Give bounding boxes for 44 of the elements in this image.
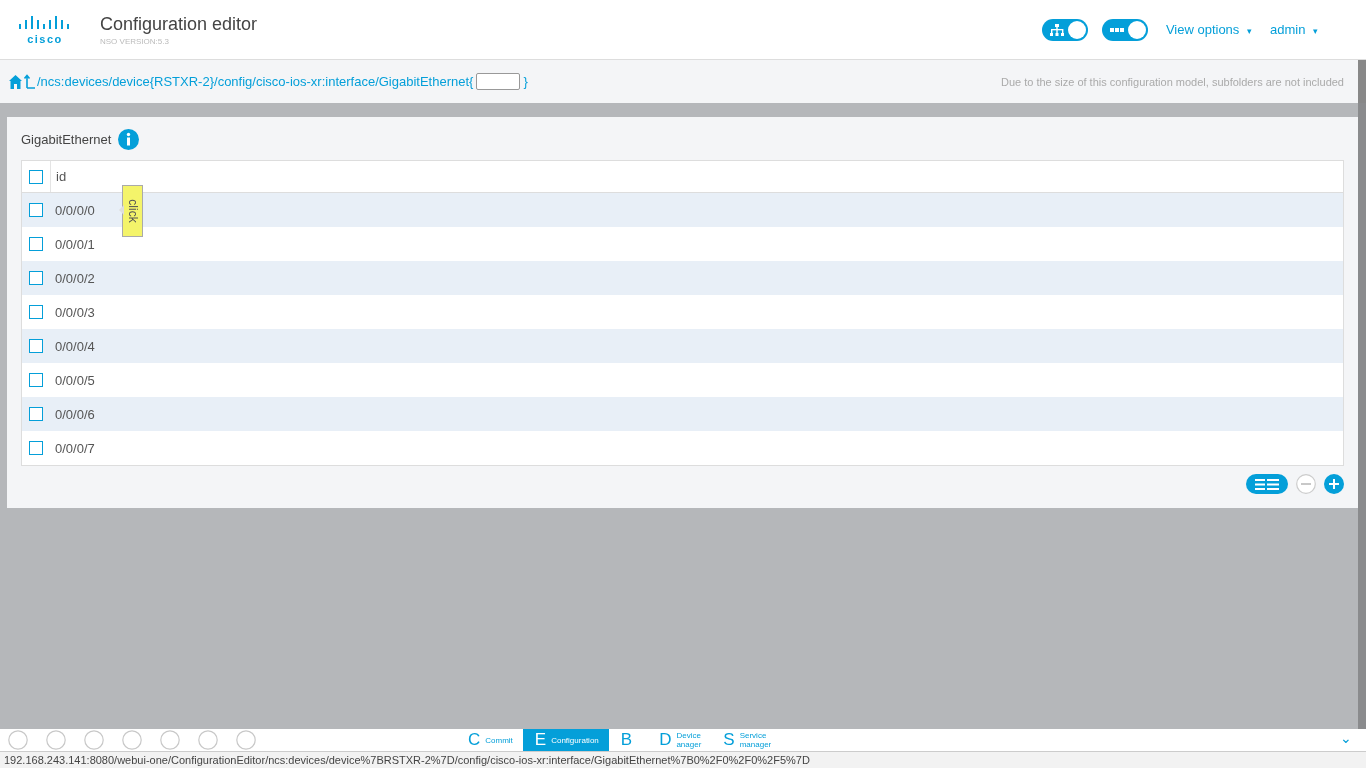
panel-title: GigabitEthernet <box>21 132 112 147</box>
row-checkbox[interactable] <box>29 373 43 387</box>
remove-icon[interactable] <box>1296 474 1316 494</box>
dots-view-toggle[interactable] <box>1101 18 1148 41</box>
version-label: NSO VERSION:5.3 <box>100 36 170 46</box>
key-input-field[interactable] <box>476 73 521 90</box>
column-header[interactable]: id <box>51 169 67 184</box>
table-cell[interactable]: 0/0/0/3 <box>50 304 95 320</box>
select-all-checkbox[interactable] <box>29 169 43 184</box>
player-control-icon[interactable] <box>46 730 66 750</box>
player-control-icon[interactable] <box>84 730 104 750</box>
row-checkbox[interactable] <box>29 203 43 217</box>
row-checkbox[interactable] <box>29 271 43 285</box>
add-icon[interactable] <box>1324 474 1344 494</box>
list-view-button[interactable] <box>1246 474 1288 494</box>
row-checkbox[interactable] <box>29 237 43 251</box>
row-checkbox[interactable] <box>29 305 43 319</box>
tree-view-toggle[interactable] <box>1041 18 1088 41</box>
table-cell[interactable]: 0/0/0/7 <box>50 440 95 456</box>
table-cell[interactable]: 0/0/0/6 <box>50 406 95 422</box>
app-title: Configuration editor <box>100 13 258 35</box>
table-cell[interactable]: 0/0/0/5 <box>50 372 95 388</box>
table-cell[interactable]: 0/0/0/2 <box>50 270 95 286</box>
dots-icon <box>1109 26 1124 33</box>
player-control-icon[interactable] <box>198 730 218 750</box>
breadcrumb-brace: } <box>523 74 528 89</box>
row-checkbox[interactable] <box>29 339 43 353</box>
player-control-icon[interactable] <box>8 730 28 750</box>
home-icon[interactable] <box>9 74 22 89</box>
cisco-logo: cisco <box>18 14 74 45</box>
info-icon[interactable] <box>118 129 140 150</box>
status-url: 192.168.243.141:8080/webui-one/ConfigurationEditor/ncs:devices/device%7BRSTXR-2%7D/config/cisco-ios-xr:interface/GigabitEthernet%7B0%2F0%2F0%2F5%7D <box>0 751 1366 768</box>
player-control-icon[interactable] <box>122 730 142 750</box>
player-control-icon[interactable] <box>160 730 180 750</box>
hierarchy-icon <box>1049 23 1064 36</box>
table-cell[interactable]: 0/0/0/4 <box>50 338 95 354</box>
row-checkbox[interactable] <box>29 441 43 455</box>
list-icon <box>1255 478 1279 490</box>
table-cell[interactable]: 0/0/0/0 <box>50 202 95 218</box>
player-control-icon[interactable] <box>236 730 256 750</box>
subfolder-note: Due to the size of this configuration model, subfolders are not included <box>1000 75 1344 88</box>
table-cell[interactable]: 0/0/0/1 <box>50 236 95 252</box>
row-checkbox[interactable] <box>29 407 43 421</box>
up-arrow-icon[interactable] <box>24 74 35 89</box>
